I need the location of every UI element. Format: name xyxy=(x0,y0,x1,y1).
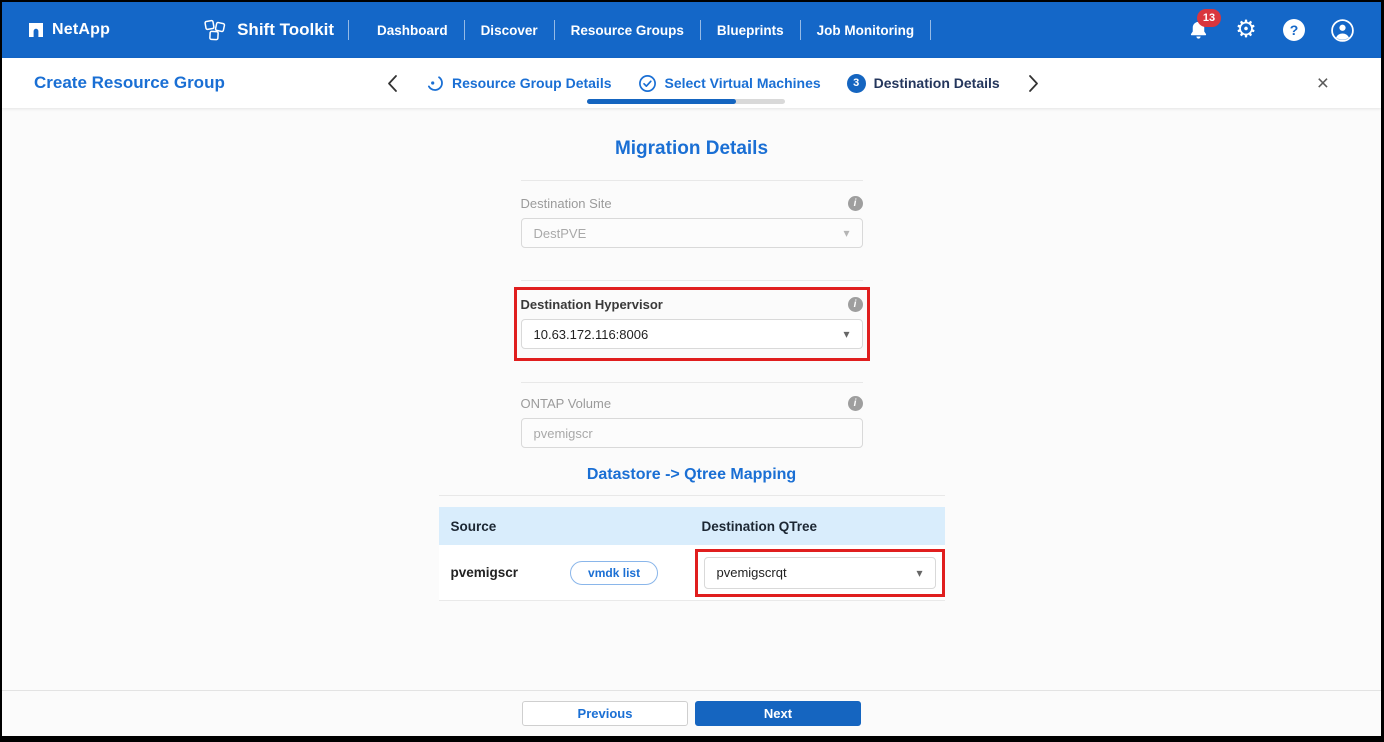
table-row: pvemigscr vmdk list pvemigscrqt ▾ xyxy=(438,545,945,601)
column-header-source: Source xyxy=(450,518,497,534)
netapp-mark-icon xyxy=(28,22,44,38)
step-destination-details[interactable]: 3 Destination Details xyxy=(846,73,1000,93)
step-in-progress-icon xyxy=(426,74,444,92)
table-header-row: Source Destination QTree xyxy=(438,507,945,545)
section-title: Migration Details xyxy=(614,138,769,159)
step-check-circle-icon xyxy=(638,74,657,93)
brand-text: NetApp xyxy=(52,21,111,38)
app-window: NetApp Shift Toolkit Dashboard Discover … xyxy=(0,0,1384,742)
divider xyxy=(438,495,945,496)
chevron-down-icon: ▾ xyxy=(843,327,850,341)
nav-divider xyxy=(463,20,465,40)
stepper-chevron-left-icon[interactable] xyxy=(385,74,400,93)
field-ontap-volume: ONTAP Volume i pvemigscr xyxy=(520,396,863,448)
divider xyxy=(520,280,863,281)
field-label: Destination Hypervisor xyxy=(520,297,663,312)
nav-item-dashboard[interactable]: Dashboard xyxy=(375,23,450,38)
nav-divider xyxy=(553,20,555,40)
select-value: 10.63.172.116:8006 xyxy=(533,326,649,342)
divider xyxy=(520,382,863,383)
annotation-box-destination-qtree: pvemigscrqt ▾ xyxy=(694,548,945,597)
source-datastore-name: pvemigscr xyxy=(450,565,519,580)
field-destination-site: Destination Site i DestPVE ▾ xyxy=(520,196,863,248)
vmdk-list-button[interactable]: vmdk list xyxy=(570,560,659,585)
netapp-logo: NetApp xyxy=(28,21,110,39)
page-title: Create Resource Group xyxy=(34,73,225,92)
step-resource-group-details[interactable]: Resource Group Details xyxy=(426,74,612,92)
step-number-badge: 3 xyxy=(846,73,866,93)
destination-qtree-select[interactable]: pvemigscrqt ▾ xyxy=(703,556,936,589)
field-label: Destination Site xyxy=(520,196,612,211)
nav-item-resource-groups[interactable]: Resource Groups xyxy=(569,23,686,38)
select-value: pvemigscrqt xyxy=(716,565,787,580)
info-icon[interactable]: i xyxy=(847,196,863,211)
source-cell: pvemigscr vmdk list xyxy=(439,560,695,585)
field-destination-hypervisor: Destination Hypervisor i 10.63.172.116:8… xyxy=(520,297,863,349)
app-title: Shift Toolkit xyxy=(202,17,334,43)
step-select-virtual-machines[interactable]: Select Virtual Machines xyxy=(638,74,821,93)
annotation-box-destination-hypervisor: Destination Hypervisor i 10.63.172.116:8… xyxy=(513,287,870,361)
shift-toolkit-icon xyxy=(202,17,228,43)
nav-item-discover[interactable]: Discover xyxy=(479,23,540,38)
step-label: Destination Details xyxy=(873,75,1000,91)
nav-item-job-monitoring[interactable]: Job Monitoring xyxy=(815,23,916,38)
stepper-progress-fill xyxy=(587,99,736,104)
step-label: Select Virtual Machines xyxy=(664,75,821,91)
chevron-down-icon: ▾ xyxy=(916,565,923,580)
nav-divider xyxy=(930,20,932,40)
column-header-destination-qtree: Destination QTree xyxy=(701,518,818,534)
close-icon[interactable]: × xyxy=(1317,73,1329,94)
select-value: DestPVE xyxy=(533,225,587,241)
info-icon[interactable]: i xyxy=(847,396,863,411)
next-button[interactable]: Next xyxy=(695,701,861,726)
field-label: ONTAP Volume xyxy=(520,396,612,411)
info-icon[interactable]: i xyxy=(847,297,863,312)
ontap-volume-input: pvemigscr xyxy=(520,418,863,448)
top-navbar: NetApp Shift Toolkit Dashboard Discover … xyxy=(2,2,1381,58)
nav-item-blueprints[interactable]: Blueprints xyxy=(715,23,786,38)
nav-divider xyxy=(699,20,701,40)
input-value: pvemigscr xyxy=(533,425,593,441)
notification-badge: 13 xyxy=(1197,9,1221,27)
nav-divider xyxy=(799,20,801,40)
help-icon[interactable]: ? xyxy=(1281,17,1307,43)
mapping-title: Datastore -> Qtree Mapping xyxy=(586,466,797,483)
previous-button[interactable]: Previous xyxy=(522,701,688,726)
stepper-progress-bar xyxy=(587,99,785,104)
destination-hypervisor-select[interactable]: 10.63.172.116:8006 ▾ xyxy=(520,319,863,349)
datastore-qtree-table: Source Destination QTree pvemigscr vmdk … xyxy=(438,507,945,601)
nav-divider xyxy=(348,20,350,40)
navbar-actions: 13 ⚙ ? xyxy=(1185,9,1355,43)
step-label: Resource Group Details xyxy=(452,75,612,91)
divider xyxy=(520,180,863,181)
destination-site-select: DestPVE ▾ xyxy=(520,218,863,248)
user-avatar-icon[interactable] xyxy=(1329,17,1355,43)
wizard-content: Migration Details Destination Site i Des… xyxy=(2,108,1381,736)
nav-menu: Dashboard Discover Resource Groups Bluep… xyxy=(375,20,945,40)
app-title-text: Shift Toolkit xyxy=(237,20,335,39)
wizard-stepper: Resource Group Details Select Virtual Ma… xyxy=(385,73,1041,93)
chevron-down-icon: ▾ xyxy=(843,226,850,240)
settings-gear-icon[interactable]: ⚙ xyxy=(1233,17,1259,43)
stepper-chevron-right-icon[interactable] xyxy=(1026,74,1041,93)
notifications-bell-icon[interactable]: 13 xyxy=(1185,9,1221,43)
wizard-footer: Previous Next xyxy=(2,690,1381,736)
